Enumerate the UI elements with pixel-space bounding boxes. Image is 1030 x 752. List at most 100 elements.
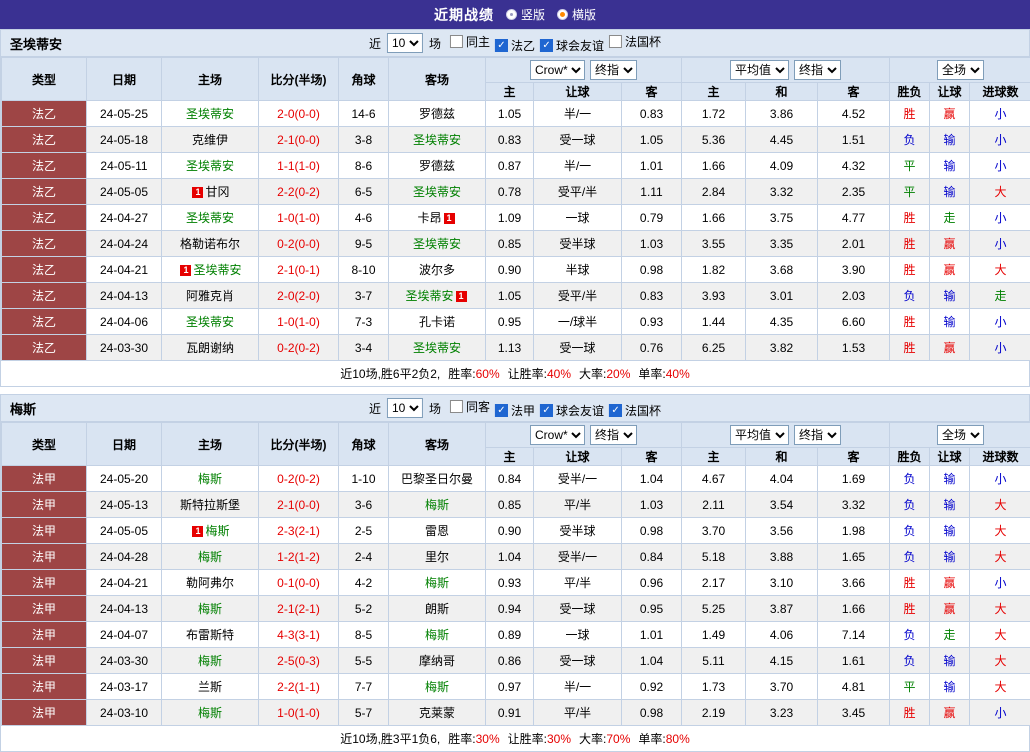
team-name[interactable]: 波尔多 — [419, 263, 455, 277]
team-name[interactable]: 克莱蒙 — [419, 706, 455, 720]
checkbox-unchecked-icon[interactable] — [450, 400, 463, 413]
checkbox-unchecked-icon[interactable] — [609, 35, 622, 48]
score-cell: 4-3(3-1) — [259, 622, 339, 648]
team-name[interactable]: 甘冈 — [205, 185, 229, 199]
match-row: 法甲24-05-20梅斯0-2(0-2)1-10巴黎圣日尔曼0.84受半/一1.… — [2, 466, 1030, 492]
team-name[interactable]: 格勒诺布尔 — [180, 237, 240, 251]
checkbox-checked-icon[interactable]: ✓ — [609, 404, 622, 417]
filter-checkbox-法乙[interactable]: ✓法乙 — [495, 37, 535, 54]
team-name[interactable]: 梅斯 — [425, 680, 449, 694]
match-row: 法乙24-05-18克维伊2-1(0-0)3-8圣埃蒂安0.83受一球1.055… — [2, 127, 1030, 153]
team-name[interactable]: 梅斯 — [205, 524, 229, 538]
team-name[interactable]: 圣埃蒂安 — [413, 237, 461, 251]
filter-checkbox-球会友谊[interactable]: ✓球会友谊 — [540, 37, 604, 54]
team-name[interactable]: 梅斯 — [425, 498, 449, 512]
asia-away-odds-cell: 1.04 — [622, 648, 682, 674]
radio-vertical-label: 竖版 — [521, 6, 545, 23]
layout-radio-horizontal[interactable]: 横版 — [557, 6, 596, 23]
filter-checkbox-同客[interactable]: 同客 — [450, 398, 490, 415]
team-name[interactable]: 圣埃蒂安 — [186, 107, 234, 121]
team-name[interactable]: 梅斯 — [198, 472, 222, 486]
bookmaker-select[interactable]: Crow* — [530, 60, 585, 80]
final-odds-select[interactable]: 终指 — [590, 425, 637, 445]
team-name[interactable]: 斯特拉斯堡 — [180, 498, 240, 512]
team-name[interactable]: 朗斯 — [425, 602, 449, 616]
summary-prefix: 近10场,胜6平2负2, — [340, 365, 440, 382]
radio-vertical-icon[interactable] — [506, 9, 517, 20]
match-row: 法乙24-05-11圣埃蒂安1-1(1-0)8-6罗德兹0.87半/一1.011… — [2, 153, 1030, 179]
red-card-badge: 1 — [180, 265, 191, 276]
team-name[interactable]: 克维伊 — [192, 133, 228, 147]
radio-horizontal-icon[interactable] — [557, 9, 568, 20]
checkbox-checked-icon[interactable]: ✓ — [495, 39, 508, 52]
corner-cell: 3-6 — [339, 492, 389, 518]
filter-checkbox-法甲[interactable]: ✓法甲 — [495, 402, 535, 419]
match-row: 法乙24-04-06圣埃蒂安1-0(1-0)7-3孔卡诺0.95一/球半0.93… — [2, 309, 1030, 335]
team-name[interactable]: 阿雅克肖 — [186, 289, 234, 303]
team-name[interactable]: 罗德兹 — [419, 159, 455, 173]
summary-stat-label: 让胜率: — [508, 730, 547, 747]
average-select[interactable]: 平均值 — [730, 60, 789, 80]
team-name[interactable]: 卡昂 — [417, 211, 441, 225]
fulltime-select[interactable]: 全场 — [937, 425, 984, 445]
checkbox-checked-icon[interactable]: ✓ — [540, 39, 553, 52]
asia-away-odds-cell: 0.76 — [622, 335, 682, 361]
team-name[interactable]: 梅斯 — [198, 706, 222, 720]
team-name[interactable]: 孔卡诺 — [419, 315, 455, 329]
asia-home-odds-cell: 1.04 — [486, 544, 534, 570]
final-odds-select-2[interactable]: 终指 — [794, 60, 841, 80]
bookmaker-select[interactable]: Crow* — [530, 425, 585, 445]
team-cell: 圣埃蒂安1 — [389, 283, 486, 309]
score-cell: 1-0(1-0) — [259, 700, 339, 726]
team-name[interactable]: 圣埃蒂安 — [186, 211, 234, 225]
team-name[interactable]: 兰斯 — [198, 680, 222, 694]
checkbox-checked-icon[interactable]: ✓ — [540, 404, 553, 417]
asia-home-odds-cell: 1.05 — [486, 283, 534, 309]
asia-home-odds-cell: 0.95 — [486, 309, 534, 335]
team-name[interactable]: 梅斯 — [198, 550, 222, 564]
team-name[interactable]: 圣埃蒂安 — [193, 263, 241, 277]
filter-checkbox-法国杯[interactable]: 法国杯 — [609, 33, 661, 50]
section-header-bar: 圣埃蒂安 近 10 场 同主✓法乙✓球会友谊法国杯 — [1, 29, 1029, 57]
team-cell: 波尔多 — [389, 257, 486, 283]
fulltime-select[interactable]: 全场 — [937, 60, 984, 80]
team-name[interactable]: 梅斯 — [198, 654, 222, 668]
team-name[interactable]: 圣埃蒂安 — [413, 133, 461, 147]
team-name[interactable]: 雷恩 — [425, 524, 449, 538]
checkbox-checked-icon[interactable]: ✓ — [495, 404, 508, 417]
checkbox-unchecked-icon[interactable] — [450, 35, 463, 48]
final-odds-select-2[interactable]: 终指 — [794, 425, 841, 445]
asia-home-odds-cell: 0.93 — [486, 570, 534, 596]
team-cell: 梅斯 — [389, 570, 486, 596]
team-name[interactable]: 梅斯 — [425, 576, 449, 590]
team-name[interactable]: 梅斯 — [425, 628, 449, 642]
team-name[interactable]: 圣埃蒂安 — [186, 159, 234, 173]
average-select[interactable]: 平均值 — [730, 425, 789, 445]
team-name[interactable]: 里尔 — [425, 550, 449, 564]
filter-checkbox-同主[interactable]: 同主 — [450, 33, 490, 50]
team-name[interactable]: 布雷斯特 — [186, 628, 234, 642]
match-row: 法甲24-05-051梅斯2-3(2-1)2-5雷恩0.90受半球0.983.7… — [2, 518, 1030, 544]
date-cell: 24-04-21 — [87, 570, 162, 596]
match-count-select[interactable]: 10 — [387, 398, 423, 418]
final-odds-select[interactable]: 终指 — [590, 60, 637, 80]
team-name[interactable]: 勒阿弗尔 — [186, 576, 234, 590]
team-name[interactable]: 圣埃蒂安 — [413, 185, 461, 199]
corner-cell: 14-6 — [339, 101, 389, 127]
team-name[interactable]: 巴黎圣日尔曼 — [401, 472, 473, 486]
match-count-select[interactable]: 10 — [387, 33, 423, 53]
team-name[interactable]: 圣埃蒂安 — [186, 315, 234, 329]
filter-checkbox-法国杯[interactable]: ✓法国杯 — [609, 402, 661, 419]
team-name[interactable]: 罗德兹 — [419, 107, 455, 121]
filter-checkbox-球会友谊[interactable]: ✓球会友谊 — [540, 402, 604, 419]
checkbox-label: 同主 — [466, 33, 490, 50]
col-avg-away: 客 — [818, 83, 890, 101]
team-name[interactable]: 瓦朗谢纳 — [186, 341, 234, 355]
team-name[interactable]: 圣埃蒂安 — [405, 289, 453, 303]
match-row: 法乙24-04-13阿雅克肖2-0(2-0)3-7圣埃蒂安11.05受平/半0.… — [2, 283, 1030, 309]
avg-home-odds-cell: 2.19 — [682, 700, 746, 726]
team-name[interactable]: 摩纳哥 — [419, 654, 455, 668]
team-name[interactable]: 圣埃蒂安 — [413, 341, 461, 355]
team-name[interactable]: 梅斯 — [198, 602, 222, 616]
layout-radio-vertical[interactable]: 竖版 — [506, 6, 545, 23]
